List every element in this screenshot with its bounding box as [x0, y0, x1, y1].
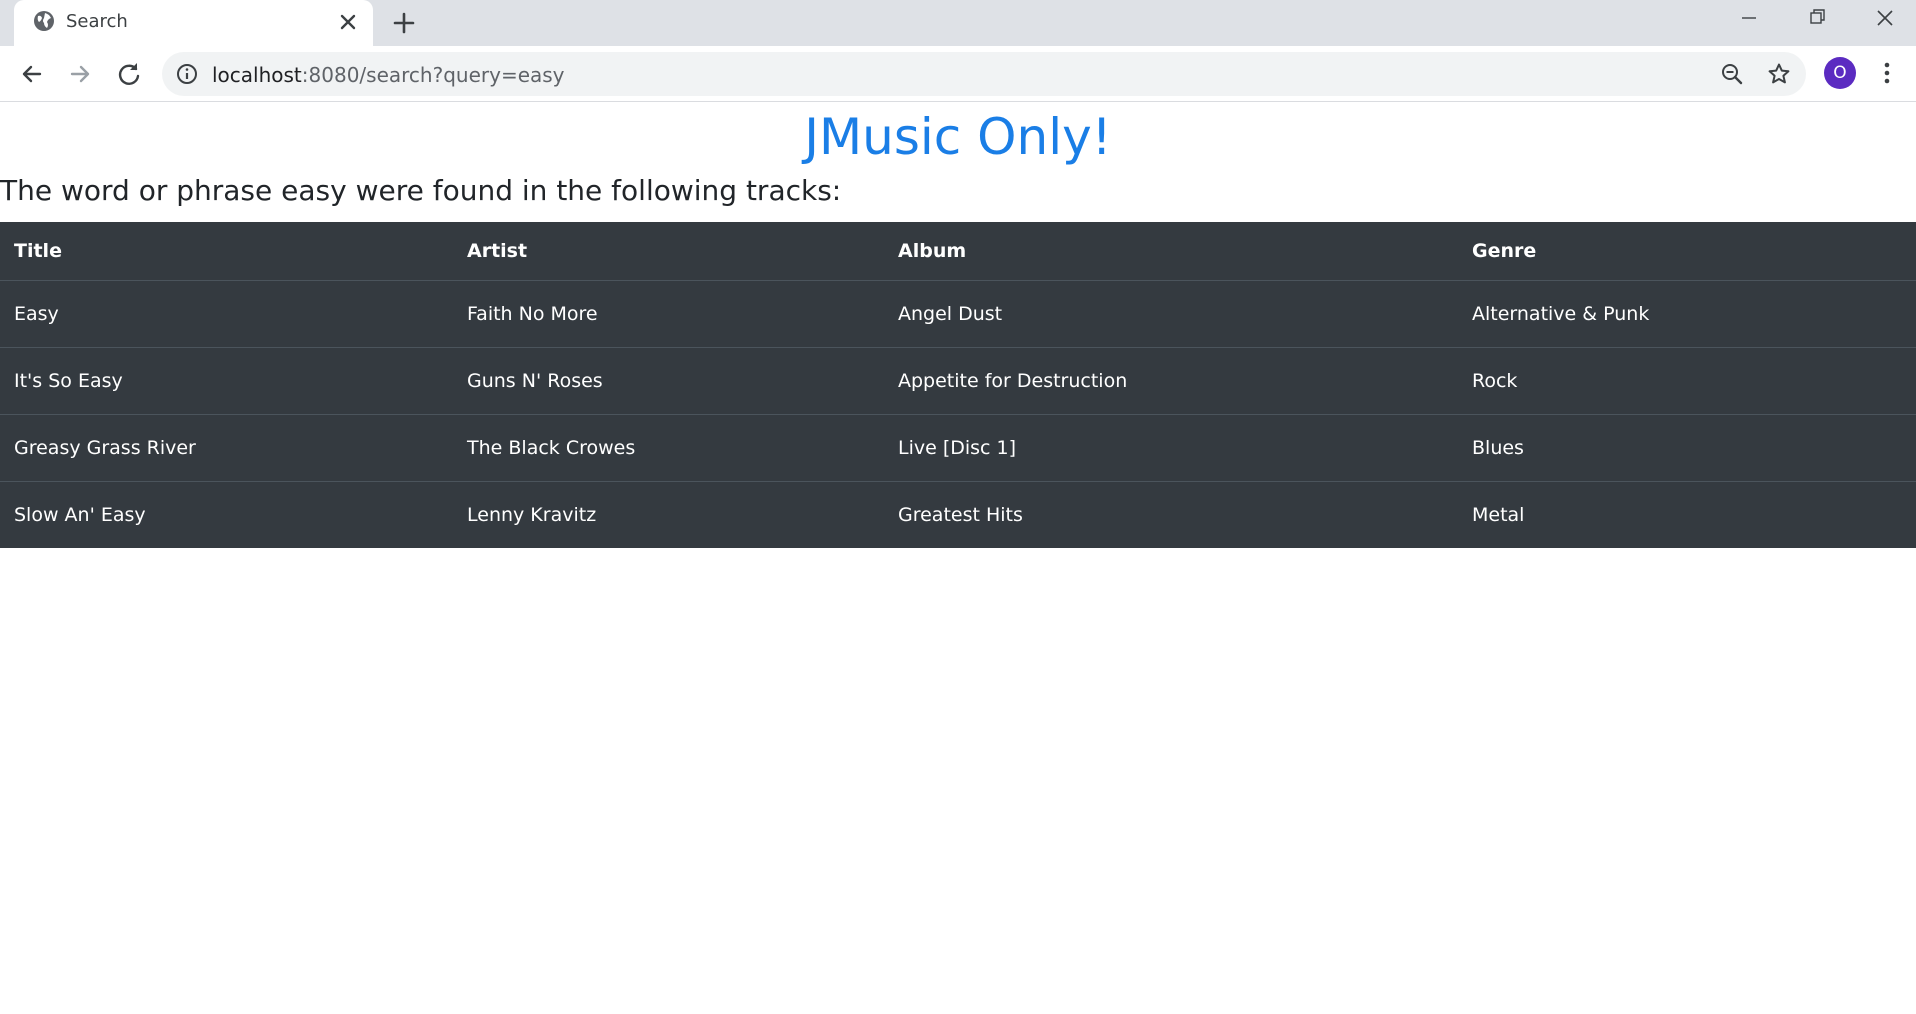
cell-artist: Guns N' Roses	[453, 347, 884, 415]
url-path: :8080/search?query=easy	[301, 63, 565, 87]
kebab-menu-icon[interactable]	[1876, 60, 1898, 86]
tab-title: Search	[66, 11, 128, 32]
reload-icon[interactable]	[111, 56, 147, 92]
cell-album: Angel Dust	[884, 280, 1458, 348]
cell-title: It's So Easy	[0, 347, 453, 415]
plus-icon[interactable]	[390, 9, 418, 37]
site-brand: JMusic Only!	[804, 108, 1112, 166]
table-row: Easy Faith No More Angel Dust Alternativ…	[0, 280, 1916, 348]
cell-artist: The Black Crowes	[453, 414, 884, 482]
avatar[interactable]: O	[1824, 57, 1856, 89]
tab-strip: Search	[0, 0, 1916, 46]
table-row: It's So Easy Guns N' Roses Appetite for …	[0, 347, 1916, 415]
cell-genre: Rock	[1458, 347, 1916, 415]
window-close-icon[interactable]	[1850, 0, 1916, 36]
cell-title: Greasy Grass River	[0, 414, 453, 482]
cell-album: Greatest Hits	[898, 503, 1023, 526]
cell-artist: Lenny Kravitz	[467, 503, 597, 526]
globe-icon	[34, 11, 54, 31]
cell-artist: Faith No More	[453, 280, 884, 348]
cell-title: Easy	[0, 280, 453, 348]
restore-icon[interactable]	[1782, 0, 1850, 36]
header-album: Album	[884, 222, 1458, 281]
table-header-row: Title Artist Album Genre	[0, 222, 1916, 281]
table-row: Greasy Grass River The Black Crowes Live…	[0, 414, 1916, 482]
header-genre: Genre	[1458, 222, 1916, 281]
cell-album: Live [Disc 1]	[884, 414, 1458, 482]
cell-genre: Blues	[1458, 414, 1916, 482]
cell-title: Slow An' Easy	[14, 503, 146, 526]
info-icon[interactable]	[176, 63, 198, 85]
results-table: Title Artist Album Genre Easy Faith No M…	[0, 222, 1916, 548]
address-bar[interactable]: localhost:8080/search?query=easy	[162, 52, 1806, 96]
cell-genre: Metal	[1472, 503, 1525, 526]
browser-toolbar: localhost:8080/search?query=easy O	[0, 46, 1916, 102]
cell-genre: Alternative & Punk	[1458, 280, 1916, 348]
star-icon[interactable]	[1767, 62, 1791, 86]
url-host: localhost	[212, 63, 302, 87]
arrow-right-icon[interactable]	[62, 56, 98, 92]
table-row: Slow An' Easy Lenny Kravitz Greatest Hit…	[0, 481, 1916, 548]
cell-album: Appetite for Destruction	[884, 347, 1458, 415]
header-title: Title	[0, 222, 453, 281]
arrow-left-icon[interactable]	[14, 56, 50, 92]
minimize-icon[interactable]	[1714, 0, 1782, 36]
results-heading: The word or phrase easy were found in th…	[0, 174, 842, 207]
close-icon[interactable]	[337, 11, 359, 33]
tab-search[interactable]: Search	[14, 0, 373, 46]
header-artist: Artist	[453, 222, 884, 281]
zoom-out-icon[interactable]	[1720, 62, 1744, 86]
url-text[interactable]: localhost:8080/search?query=easy	[212, 63, 565, 87]
